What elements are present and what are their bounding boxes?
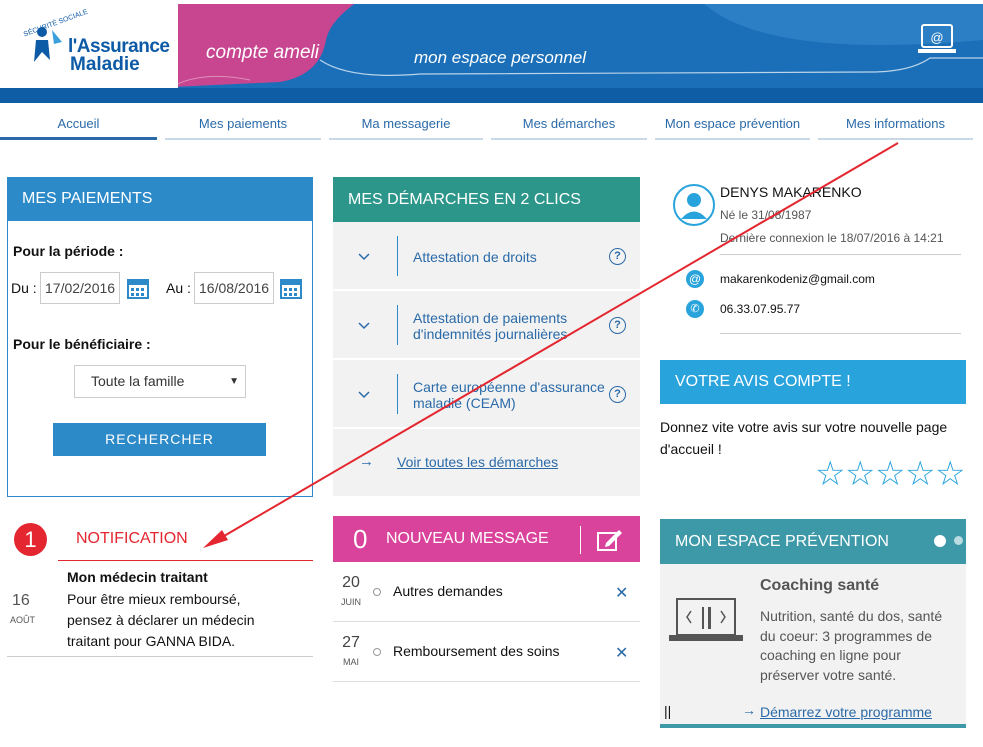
- beneficiaire-select[interactable]: Toute la famille ▼: [74, 365, 246, 398]
- profile-divider: [720, 254, 961, 255]
- messages-title: NOUVEAU MESSAGE: [386, 530, 549, 547]
- help-icon[interactable]: ?: [609, 317, 626, 334]
- profile-email: makarenkodeniz@gmail.com: [720, 272, 875, 286]
- paiements-title: MES PAIEMENTS: [7, 177, 313, 221]
- message-item[interactable]: 27 MAI Remboursement des soins ✕: [333, 622, 640, 682]
- beneficiaire-label: Pour le bénéficiaire :: [13, 336, 151, 352]
- notification-month: AOÛT: [10, 615, 36, 625]
- chevron-down-icon: [358, 253, 370, 261]
- row-separator: [397, 374, 398, 414]
- laptop-meal-icon: [669, 598, 743, 641]
- select-arrow-icon: ▼: [229, 376, 239, 387]
- beneficiaire-select-value: Toute la famille: [91, 373, 185, 389]
- top-strip: [0, 0, 983, 4]
- star-icon[interactable]: ☆: [845, 457, 875, 491]
- messages-header: 0 NOUVEAU MESSAGE: [333, 516, 640, 562]
- star-icon[interactable]: ☆: [875, 457, 905, 491]
- espace-personnel-title: mon espace personnel: [414, 48, 587, 67]
- star-icon[interactable]: ☆: [905, 457, 935, 491]
- profile-divider: [720, 333, 961, 334]
- unread-dot-icon: [373, 648, 381, 656]
- carousel-dot-icon[interactable]: [954, 536, 963, 545]
- help-icon[interactable]: ?: [609, 386, 626, 403]
- tab-ma-messagerie[interactable]: Ma messagerie: [329, 116, 483, 140]
- svg-text:@: @: [930, 30, 943, 45]
- calendar-au-icon[interactable]: [280, 277, 302, 299]
- message-day: 20: [342, 574, 360, 591]
- arrow-right-icon: →: [359, 453, 374, 470]
- notification-count-badge: 1: [14, 523, 47, 556]
- demarche-row-ceam[interactable]: Carte européenne d'assurance maladie (CE…: [333, 360, 640, 428]
- message-item[interactable]: 20 JUIN Autres demandes ✕: [333, 562, 640, 622]
- message-day: 27: [342, 634, 360, 651]
- profile-phone: 06.33.07.95.77: [720, 302, 801, 316]
- profile-name: DENYS MAKARENKO: [720, 184, 862, 200]
- help-icon[interactable]: ?: [609, 248, 626, 265]
- avis-title: VOTRE AVIS COMPTE !: [660, 360, 966, 404]
- notification-title: NOTIFICATION: [76, 530, 188, 547]
- laptop-at-icon[interactable]: @: [918, 22, 958, 56]
- star-icon[interactable]: ☆: [815, 457, 845, 491]
- profile-birth: Né le 31/08/1987: [720, 208, 812, 222]
- voir-demarches-row[interactable]: → Voir toutes les démarches: [333, 429, 640, 497]
- ameli-logo[interactable]: SÉCURITÉ SOCIALE l'Assurance Maladie: [0, 0, 178, 88]
- row-separator: [397, 305, 398, 345]
- periode-label: Pour la période :: [13, 243, 124, 259]
- logo-text-2: Maladie: [70, 54, 140, 75]
- notification-body: Pour être mieux remboursé, pensez à décl…: [67, 591, 255, 649]
- site-header: SÉCURITÉ SOCIALE l'Assurance Maladie com…: [0, 0, 983, 103]
- header-separator: [580, 526, 581, 554]
- demarche-label[interactable]: Carte européenne d'assurance maladie (CE…: [413, 379, 608, 411]
- demarche-label[interactable]: Attestation de droits: [413, 249, 603, 265]
- notification-day: 16: [12, 592, 30, 609]
- message-month: MAI: [342, 657, 359, 667]
- notification-divider: [7, 656, 313, 657]
- demarche-label[interactable]: Attestation de paiements d'indemnités jo…: [413, 310, 598, 342]
- date-au-field[interactable]: 16/08/2016: [194, 272, 274, 304]
- header-strip: [0, 88, 983, 103]
- message-month: JUIN: [341, 597, 361, 607]
- avatar-icon: [673, 184, 715, 226]
- chevron-down-icon: [358, 322, 370, 330]
- chevron-down-icon: [358, 391, 370, 399]
- au-label: Au :: [166, 280, 191, 296]
- profile-last-login: Dernière connexion le 18/07/2016 à 14:21: [720, 231, 944, 245]
- compte-ameli-title: compte ameli: [206, 42, 319, 63]
- message-subject[interactable]: Remboursement des soins: [393, 643, 560, 659]
- arrow-right-icon: →: [742, 702, 756, 718]
- avis-text: Donnez vite votre avis sur votre nouvell…: [660, 419, 948, 457]
- demarche-row-indemnites[interactable]: Attestation de paiements d'indemnités jo…: [333, 291, 640, 359]
- prevention-bottom-bar: [660, 724, 966, 728]
- voir-demarches-link[interactable]: Voir toutes les démarches: [397, 454, 558, 470]
- tab-mes-paiements[interactable]: Mes paiements: [165, 116, 321, 140]
- tab-mes-informations[interactable]: Mes informations: [818, 116, 973, 140]
- message-subject[interactable]: Autres demandes: [393, 583, 503, 599]
- star-icon[interactable]: ☆: [935, 457, 965, 491]
- message-count: 0: [353, 524, 368, 554]
- email-icon: @: [686, 270, 704, 288]
- row-separator: [397, 236, 398, 276]
- du-label: Du :: [11, 280, 37, 296]
- compose-icon[interactable]: [597, 528, 623, 552]
- unread-dot-icon: [373, 588, 381, 596]
- calendar-du-icon[interactable]: [127, 277, 149, 299]
- carousel-dot-active-icon[interactable]: [934, 535, 946, 547]
- date-du-field[interactable]: 17/02/2016: [40, 272, 120, 304]
- tab-mes-demarches[interactable]: Mes démarches: [491, 116, 647, 140]
- close-icon[interactable]: ✕: [615, 643, 628, 663]
- notification-heading[interactable]: Mon médecin traitant: [67, 569, 208, 585]
- tab-accueil[interactable]: Accueil: [0, 116, 157, 140]
- prevention-title: MON ESPACE PRÉVENTION: [660, 519, 966, 564]
- rechercher-button[interactable]: RECHERCHER: [53, 423, 266, 456]
- prevention-heading: Coaching santé: [760, 577, 880, 594]
- close-icon[interactable]: ✕: [615, 583, 628, 603]
- tab-espace-prevention[interactable]: Mon espace prévention: [655, 116, 810, 140]
- demarches-title: MES DÉMARCHES EN 2 CLICS: [333, 177, 640, 222]
- pause-icon[interactable]: ||: [664, 703, 671, 719]
- demarche-row-droits[interactable]: Attestation de droits ?: [333, 222, 640, 290]
- notification-underline: [58, 560, 313, 561]
- prevention-text: Nutrition, santé du dos, santé du coeur:…: [760, 608, 943, 683]
- phone-icon: ✆: [686, 300, 704, 318]
- demarrez-programme-link[interactable]: Démarrez votre programme: [760, 704, 932, 720]
